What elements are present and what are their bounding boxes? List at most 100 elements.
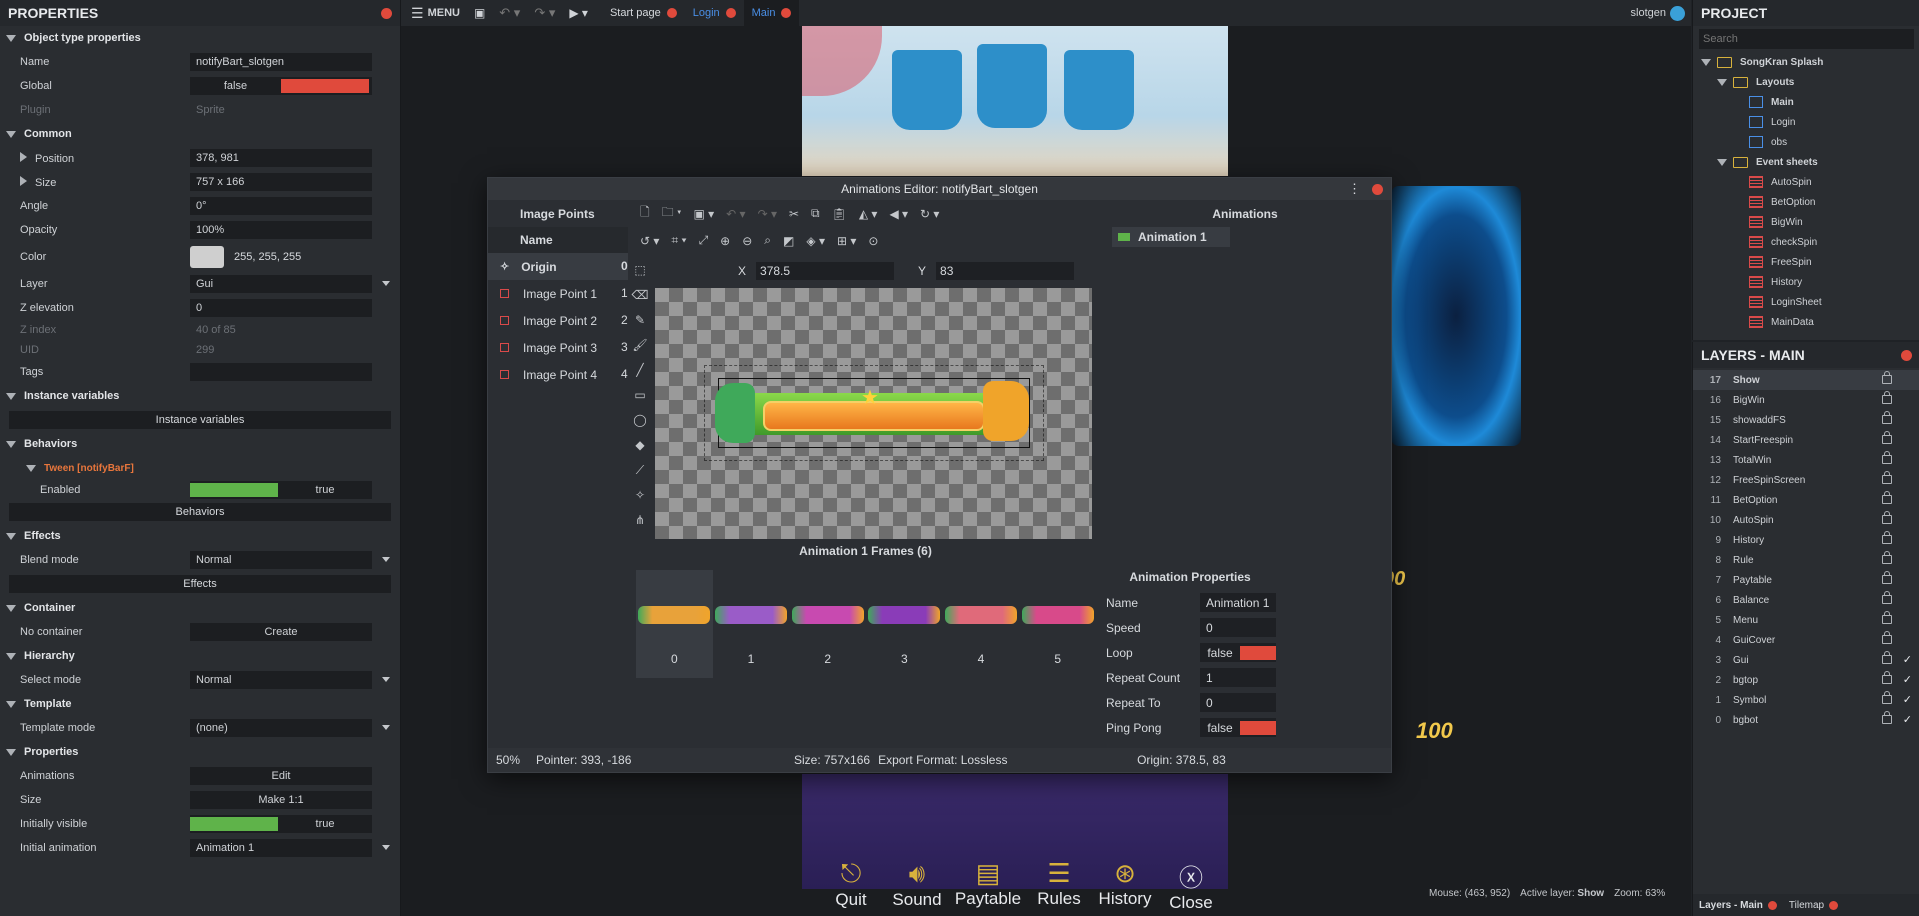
layer-row[interactable]: 11 BetOption <box>1693 490 1919 510</box>
animation-frame[interactable]: 3 <box>866 570 943 678</box>
lock-icon[interactable] <box>1882 611 1892 624</box>
visibility-check[interactable]: ✓ <box>1903 653 1912 666</box>
name-field[interactable]: notifyBart_slotgen <box>190 53 372 71</box>
effects-button[interactable]: Effects <box>0 572 400 596</box>
tab-layers-main[interactable]: Layers - Main <box>1693 900 1783 911</box>
user-account[interactable]: slotgen <box>1631 5 1685 21</box>
layer-row[interactable]: 1 Symbol ✓ <box>1693 690 1919 710</box>
tab-tilemap[interactable]: Tilemap <box>1783 900 1844 911</box>
layer-row[interactable]: 12 FreeSpinScreen <box>1693 470 1919 490</box>
lock-icon[interactable] <box>1882 591 1892 604</box>
lock-icon[interactable] <box>1882 491 1892 504</box>
blend-select[interactable]: Normal <box>190 551 372 569</box>
game-close-button[interactable]: ⓧ Close <box>1161 858 1221 916</box>
ellipse-tool-icon[interactable]: ◯ <box>630 410 650 430</box>
image-point-row[interactable]: Image Point 1 <box>488 280 628 307</box>
lock-icon[interactable] <box>1882 371 1892 384</box>
repeat-count-field[interactable]: 1 <box>1200 668 1276 687</box>
collision-poly-tool-icon[interactable]: ⋔ <box>630 510 650 530</box>
lock-icon[interactable] <box>1882 691 1892 704</box>
section-properties[interactable]: Properties <box>0 740 400 764</box>
rotate-icon[interactable]: ↻ ▾ <box>920 207 939 221</box>
layer-row[interactable]: 5 Menu <box>1693 610 1919 630</box>
section-effects[interactable]: Effects <box>0 524 400 548</box>
animation-frame[interactable]: 2 <box>789 570 866 678</box>
lock-icon[interactable] <box>1882 571 1892 584</box>
game-sound-button[interactable]: 🔊︎ Sound <box>887 858 947 916</box>
tree-eventsheet[interactable]: BigWin <box>1693 212 1919 232</box>
tree-eventsheet[interactable]: checkSpin <box>1693 232 1919 252</box>
layer-row[interactable]: 9 History <box>1693 530 1919 550</box>
visibility-check[interactable]: ✓ <box>1903 713 1912 726</box>
tree-eventsheet[interactable]: FreeSpin <box>1693 252 1919 272</box>
animation-frame[interactable]: 4 <box>943 570 1020 678</box>
section-common[interactable]: Common <box>0 122 400 146</box>
y-field[interactable]: 83 <box>936 262 1075 280</box>
layer-row[interactable]: 14 StartFreespin <box>1693 430 1919 450</box>
close-icon[interactable] <box>1372 184 1383 195</box>
global-toggle[interactable]: false <box>190 77 372 95</box>
visibility-check[interactable]: ✓ <box>1903 693 1912 706</box>
rotate-left-icon[interactable]: ↺ ▾ <box>640 234 659 248</box>
layer-row[interactable]: 3 Gui ✓ <box>1693 650 1919 670</box>
repeat-to-field[interactable]: 0 <box>1200 693 1276 712</box>
image-point-row[interactable]: Image Point 2 <box>488 307 628 334</box>
animations-editor-titlebar[interactable]: Animations Editor: notifyBart_slotgen ⋮ <box>488 178 1391 200</box>
section-object-type[interactable]: Object type properties <box>0 26 400 50</box>
layer-row[interactable]: 2 bgtop ✓ <box>1693 670 1919 690</box>
animation-frame[interactable]: 5 <box>1019 570 1096 678</box>
section-template[interactable]: Template <box>0 692 400 716</box>
layers-icon[interactable]: ◈ ▾ <box>806 234 825 248</box>
lock-icon[interactable] <box>1882 431 1892 444</box>
animation-speed-field[interactable]: 0 <box>1200 618 1276 637</box>
opacity-field[interactable]: 100% <box>190 221 372 239</box>
lock-icon[interactable] <box>1882 471 1892 484</box>
zoom-in-icon[interactable]: ⊕ <box>720 234 730 248</box>
image-point-row[interactable]: Image Point 4 <box>488 361 628 388</box>
image-point-origin[interactable]: ✧ Origin <box>488 253 628 280</box>
instance-variables-button[interactable]: Instance variables <box>0 408 400 432</box>
ping-pong-toggle[interactable]: false <box>1200 718 1276 737</box>
flip-vertical-icon[interactable]: ◀ ▾ <box>889 207 908 221</box>
close-icon[interactable] <box>381 7 392 19</box>
lock-icon[interactable] <box>1882 511 1892 524</box>
save-icon[interactable]: ▣ ▾ <box>693 207 714 221</box>
pencil-tool-icon[interactable]: ✎ <box>630 310 650 330</box>
close-icon[interactable] <box>1901 349 1912 361</box>
image-point-row[interactable]: Image Point 3 <box>488 334 628 361</box>
visibility-check[interactable]: ✓ <box>1903 673 1912 686</box>
lock-icon[interactable] <box>1882 531 1892 544</box>
more-options-icon[interactable]: ⋮ <box>1348 181 1361 197</box>
create-container-button[interactable]: Create <box>190 623 372 641</box>
open-folder-icon[interactable]: 🗀︎ ▾ <box>662 203 682 224</box>
new-file-icon[interactable]: 🗋︎ <box>640 203 650 224</box>
tree-eventsheet[interactable]: LoginSheet <box>1693 292 1919 312</box>
layer-row[interactable]: 15 showaddFS <box>1693 410 1919 430</box>
layer-row[interactable]: 6 Balance <box>1693 590 1919 610</box>
tree-layout-main[interactable]: Main <box>1693 92 1919 112</box>
copy-icon[interactable]: ⧉ <box>811 206 820 221</box>
fill-tool-icon[interactable]: ◆ <box>630 435 650 455</box>
undo-icon[interactable]: ↶ ▾ <box>499 5 520 21</box>
image-point-tool-icon[interactable]: ✧ <box>630 485 650 505</box>
cut-icon[interactable]: ✂ <box>789 207 799 221</box>
layer-row[interactable]: 4 GuiCover <box>1693 630 1919 650</box>
brush-tool-icon[interactable]: 🖌︎ <box>630 335 650 355</box>
enabled-toggle[interactable]: true <box>190 481 372 499</box>
select-mode-select[interactable]: Normal <box>190 671 372 689</box>
layer-row[interactable]: 8 Rule <box>1693 550 1919 570</box>
tab-login[interactable]: Login <box>685 0 744 26</box>
image-canvas[interactable]: ★ <box>655 288 1092 539</box>
behaviors-button[interactable]: Behaviors <box>0 500 400 524</box>
preview-icon[interactable]: ▶ ▾ <box>569 6 588 20</box>
section-hierarchy[interactable]: Hierarchy <box>0 644 400 668</box>
game-quit-button[interactable]: ⎋ Quit <box>821 858 881 916</box>
make-1-1-button[interactable]: Make 1:1 <box>190 791 372 809</box>
position-field[interactable]: 378, 981 <box>190 149 372 167</box>
grid-icon[interactable]: ⊞ ▾ <box>837 234 856 248</box>
game-paytable-button[interactable]: ▤ Paytable <box>953 858 1023 916</box>
tree-layout-obs[interactable]: obs <box>1693 132 1919 152</box>
visible-toggle[interactable]: true <box>190 815 372 833</box>
game-rules-button[interactable]: ☰ Rules <box>1029 858 1089 916</box>
zelevation-field[interactable]: 0 <box>190 299 372 317</box>
